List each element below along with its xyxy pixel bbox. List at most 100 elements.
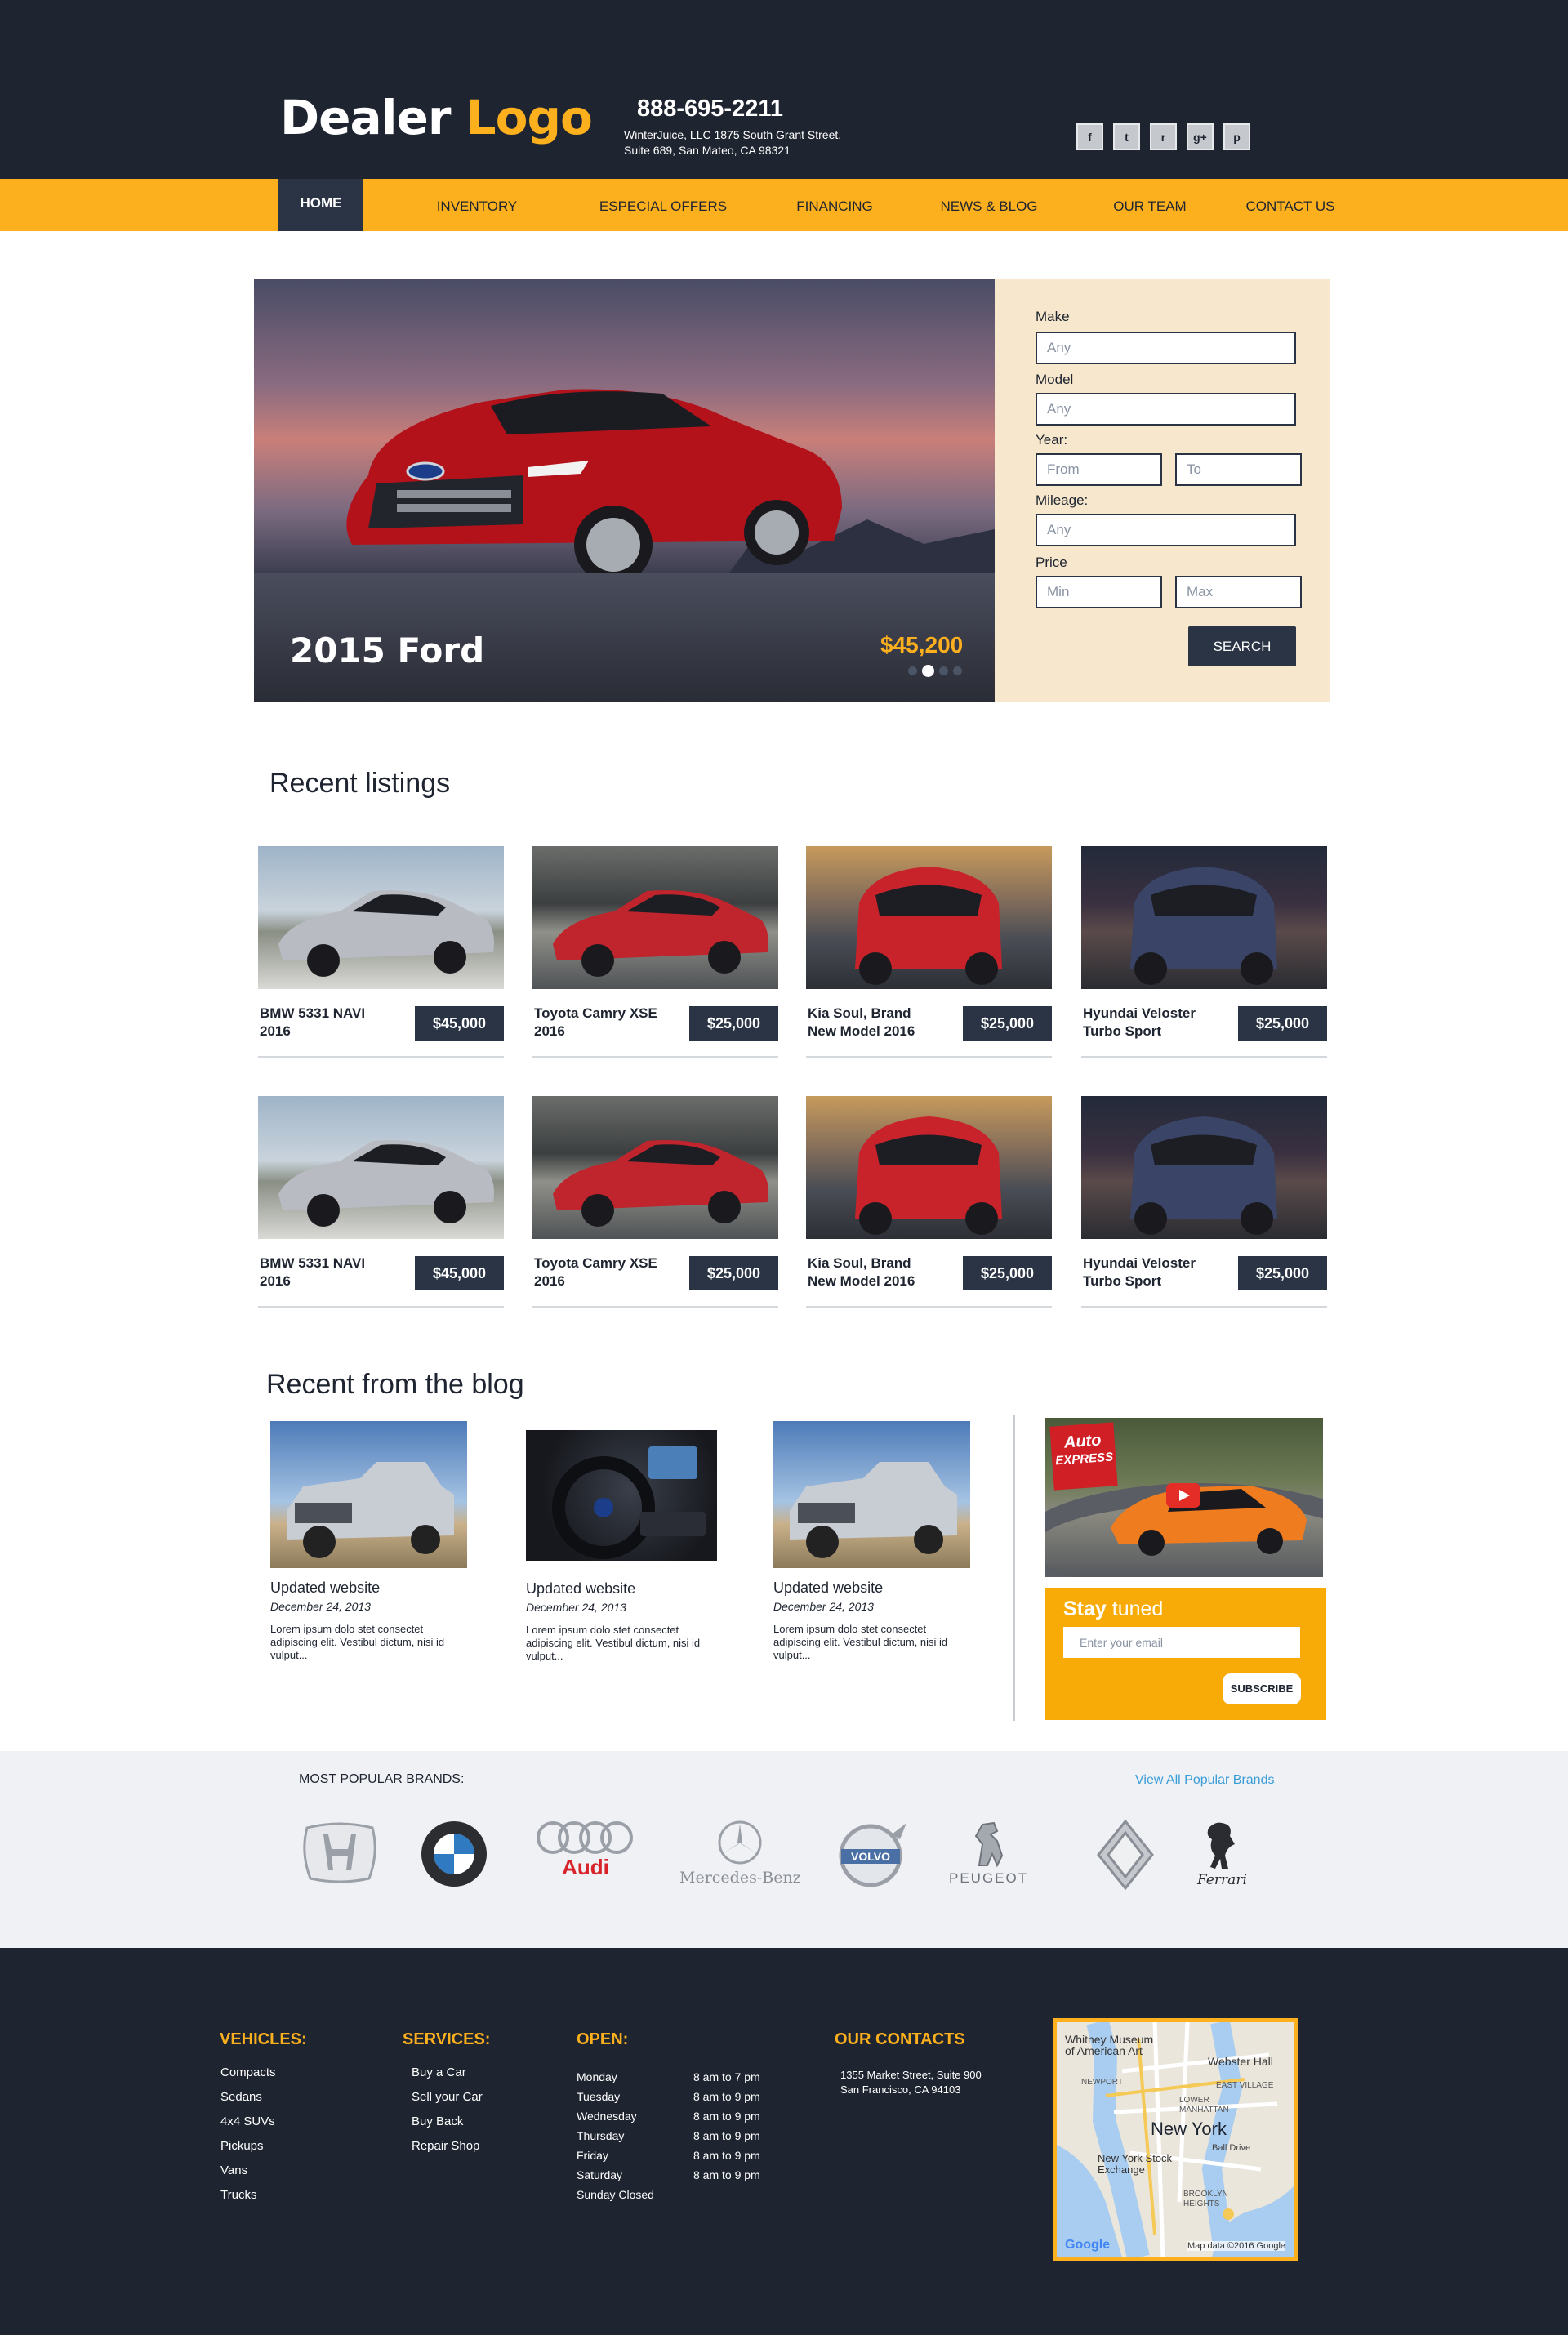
video-embed[interactable]: Auto EXPRESS bbox=[1045, 1418, 1323, 1577]
hero-slider[interactable]: 2015 Ford $45,200 bbox=[254, 279, 995, 702]
listing-image[interactable] bbox=[806, 1096, 1052, 1239]
price-min-input[interactable]: Min bbox=[1036, 576, 1162, 608]
play-icon[interactable] bbox=[1166, 1483, 1200, 1508]
video-sports-car bbox=[1111, 1486, 1307, 1556]
location-map[interactable]: Whitney Museum of American Art Webster H… bbox=[1053, 2018, 1298, 2261]
blog-post[interactable]: Updated website December 24, 2013 Lorem … bbox=[270, 1421, 474, 1662]
nav-inventory[interactable]: INVENTORY bbox=[416, 179, 537, 231]
listing-name[interactable]: Kia Soul, Brand New Model 2016 bbox=[808, 1005, 938, 1041]
hours-row: Thursday 8 am to 9 pm bbox=[577, 2126, 760, 2146]
listing-name[interactable]: Kia Soul, Brand New Model 2016 bbox=[808, 1254, 938, 1290]
blog-post-excerpt: Lorem ipsum dolo stet consectet adipisci… bbox=[773, 1623, 948, 1661]
listing-car-image bbox=[855, 867, 1002, 985]
search-button[interactable]: SEARCH bbox=[1188, 626, 1296, 666]
listing-divider bbox=[1081, 1306, 1327, 1308]
rss-icon[interactable]: r bbox=[1150, 123, 1177, 150]
make-label: Make bbox=[1036, 309, 1070, 324]
brand-audi-logo[interactable]: Audi bbox=[535, 1820, 636, 1878]
facebook-icon[interactable]: f bbox=[1076, 123, 1103, 150]
listing-card[interactable]: Hyundai Veloster Turbo Sport $25,000 bbox=[1081, 1096, 1327, 1308]
mercedes-star-icon bbox=[718, 1820, 762, 1865]
footer-link-sedans[interactable]: Sedans bbox=[220, 2085, 276, 2110]
listing-image[interactable] bbox=[258, 1096, 504, 1239]
listing-name[interactable]: Toyota Camry XSE 2016 bbox=[534, 1254, 665, 1290]
blog-post-title[interactable]: Updated website bbox=[526, 1580, 730, 1598]
nav-especial-offers[interactable]: ESPECIAL OFFERS bbox=[581, 179, 745, 231]
contact-address: 1355 Market Street, Suite 900 San Franci… bbox=[840, 2068, 982, 2097]
listing-name[interactable]: Toyota Camry XSE 2016 bbox=[534, 1005, 665, 1041]
nav-news-blog[interactable]: NEWS & BLOG bbox=[921, 179, 1057, 231]
map-label-east-village: EAST VILLAGE bbox=[1216, 2081, 1274, 2090]
listing-divider bbox=[806, 1056, 1052, 1058]
brand-volvo-logo[interactable]: VOLVO bbox=[836, 1820, 911, 1888]
listing-card[interactable]: Toyota Camry XSE 2016 $25,000 bbox=[532, 1096, 778, 1308]
brand-ferrari-logo[interactable]: Ferrari bbox=[1197, 1820, 1247, 1888]
nav-contact-us[interactable]: CONTACT US bbox=[1233, 179, 1348, 231]
blog-post-image[interactable] bbox=[773, 1421, 970, 1568]
view-all-brands-link[interactable]: View All Popular Brands bbox=[1135, 1773, 1274, 1788]
listing-name[interactable]: BMW 5331 NAVI 2016 bbox=[260, 1005, 390, 1041]
twitter-icon[interactable]: t bbox=[1113, 123, 1140, 150]
footer-link-buy-back[interactable]: Buy Back bbox=[412, 2110, 483, 2134]
map-attribution[interactable]: Map data ©2016 Google bbox=[1187, 2241, 1286, 2251]
listing-card[interactable]: Kia Soul, Brand New Model 2016 $25,000 bbox=[806, 1096, 1052, 1308]
listing-image[interactable] bbox=[532, 846, 778, 989]
pinterest-icon[interactable]: p bbox=[1223, 123, 1250, 150]
slider-dot-active[interactable] bbox=[922, 665, 934, 677]
phone-number[interactable]: 888-695-2211 bbox=[637, 96, 783, 123]
footer-link-buy-a-car[interactable]: Buy a Car bbox=[412, 2061, 483, 2085]
blog-post-image[interactable] bbox=[270, 1421, 467, 1568]
listing-name[interactable]: Hyundai Veloster Turbo Sport bbox=[1083, 1254, 1214, 1290]
nav-financing[interactable]: FINANCING bbox=[786, 179, 884, 231]
dealer-logo[interactable]: Dealer Logo bbox=[280, 90, 593, 145]
listing-image[interactable] bbox=[806, 846, 1052, 989]
model-select[interactable]: Any bbox=[1036, 393, 1296, 426]
listing-image[interactable] bbox=[1081, 1096, 1327, 1239]
listing-card[interactable]: BMW 5331 NAVI 2016 $45,000 bbox=[258, 846, 504, 1058]
mileage-select[interactable]: Any bbox=[1036, 514, 1296, 546]
blog-post-excerpt: Lorem ipsum dolo stet consectet adipisci… bbox=[270, 1623, 445, 1661]
slider-dot[interactable] bbox=[953, 666, 962, 675]
blog-post[interactable]: Updated website December 24, 2013 Lorem … bbox=[773, 1421, 978, 1662]
price-max-input[interactable]: Max bbox=[1175, 576, 1302, 608]
footer-link-trucks[interactable]: Trucks bbox=[220, 2183, 276, 2208]
blog-post-title[interactable]: Updated website bbox=[270, 1580, 474, 1597]
footer-link-pickups[interactable]: Pickups bbox=[220, 2134, 276, 2159]
nav-home[interactable]: HOME bbox=[278, 179, 363, 231]
listing-price-badge: $25,000 bbox=[1238, 1006, 1327, 1041]
peugeot-wordmark: PEUGEOT bbox=[949, 1870, 1029, 1886]
year-to-input[interactable]: To bbox=[1175, 453, 1302, 486]
listing-card[interactable]: BMW 5331 NAVI 2016 $45,000 bbox=[258, 1096, 504, 1308]
listing-image[interactable] bbox=[532, 1096, 778, 1239]
year-from-input[interactable]: From bbox=[1036, 453, 1162, 486]
subscribe-button[interactable]: SUBSCRIBE bbox=[1223, 1673, 1301, 1704]
nav-our-team[interactable]: OUR TEAM bbox=[1094, 179, 1205, 231]
listing-card[interactable]: Toyota Camry XSE 2016 $25,000 bbox=[532, 846, 778, 1058]
listing-name[interactable]: BMW 5331 NAVI 2016 bbox=[260, 1254, 390, 1290]
brand-mercedes-logo[interactable]: Mercedes-Benz bbox=[679, 1820, 801, 1887]
slider-dot[interactable] bbox=[939, 666, 948, 675]
brand-bmw-logo[interactable] bbox=[420, 1820, 488, 1888]
footer-link-4x4-suvs[interactable]: 4x4 SUVs bbox=[220, 2110, 276, 2134]
brand-honda-logo[interactable] bbox=[301, 1820, 379, 1885]
footer-link-sell-your-car[interactable]: Sell your Car bbox=[412, 2085, 483, 2110]
brand-renault-logo[interactable] bbox=[1097, 1820, 1154, 1890]
social-links: f t r g+ p bbox=[1076, 123, 1250, 150]
listing-name[interactable]: Hyundai Veloster Turbo Sport bbox=[1083, 1005, 1214, 1041]
email-field[interactable]: Enter your email bbox=[1063, 1627, 1300, 1658]
listing-image[interactable] bbox=[1081, 846, 1327, 989]
brand-peugeot-logo[interactable]: PEUGEOT bbox=[949, 1820, 1028, 1887]
blog-post-image[interactable] bbox=[526, 1430, 717, 1561]
footer-link-compacts[interactable]: Compacts bbox=[220, 2061, 276, 2085]
slider-dot[interactable] bbox=[908, 666, 917, 675]
listing-card[interactable]: Hyundai Veloster Turbo Sport $25,000 bbox=[1081, 846, 1327, 1058]
listing-card[interactable]: Kia Soul, Brand New Model 2016 $25,000 bbox=[806, 846, 1052, 1058]
footer-link-vans[interactable]: Vans bbox=[220, 2159, 276, 2183]
blog-post-title[interactable]: Updated website bbox=[773, 1580, 978, 1597]
blog-post[interactable]: Updated website December 24, 2013 Lorem … bbox=[526, 1430, 730, 1663]
footer-link-repair-shop[interactable]: Repair Shop bbox=[412, 2134, 483, 2159]
hours-day: Thursday bbox=[577, 2129, 625, 2142]
google-plus-icon[interactable]: g+ bbox=[1187, 123, 1214, 150]
make-select[interactable]: Any bbox=[1036, 332, 1296, 364]
listing-image[interactable] bbox=[258, 846, 504, 989]
